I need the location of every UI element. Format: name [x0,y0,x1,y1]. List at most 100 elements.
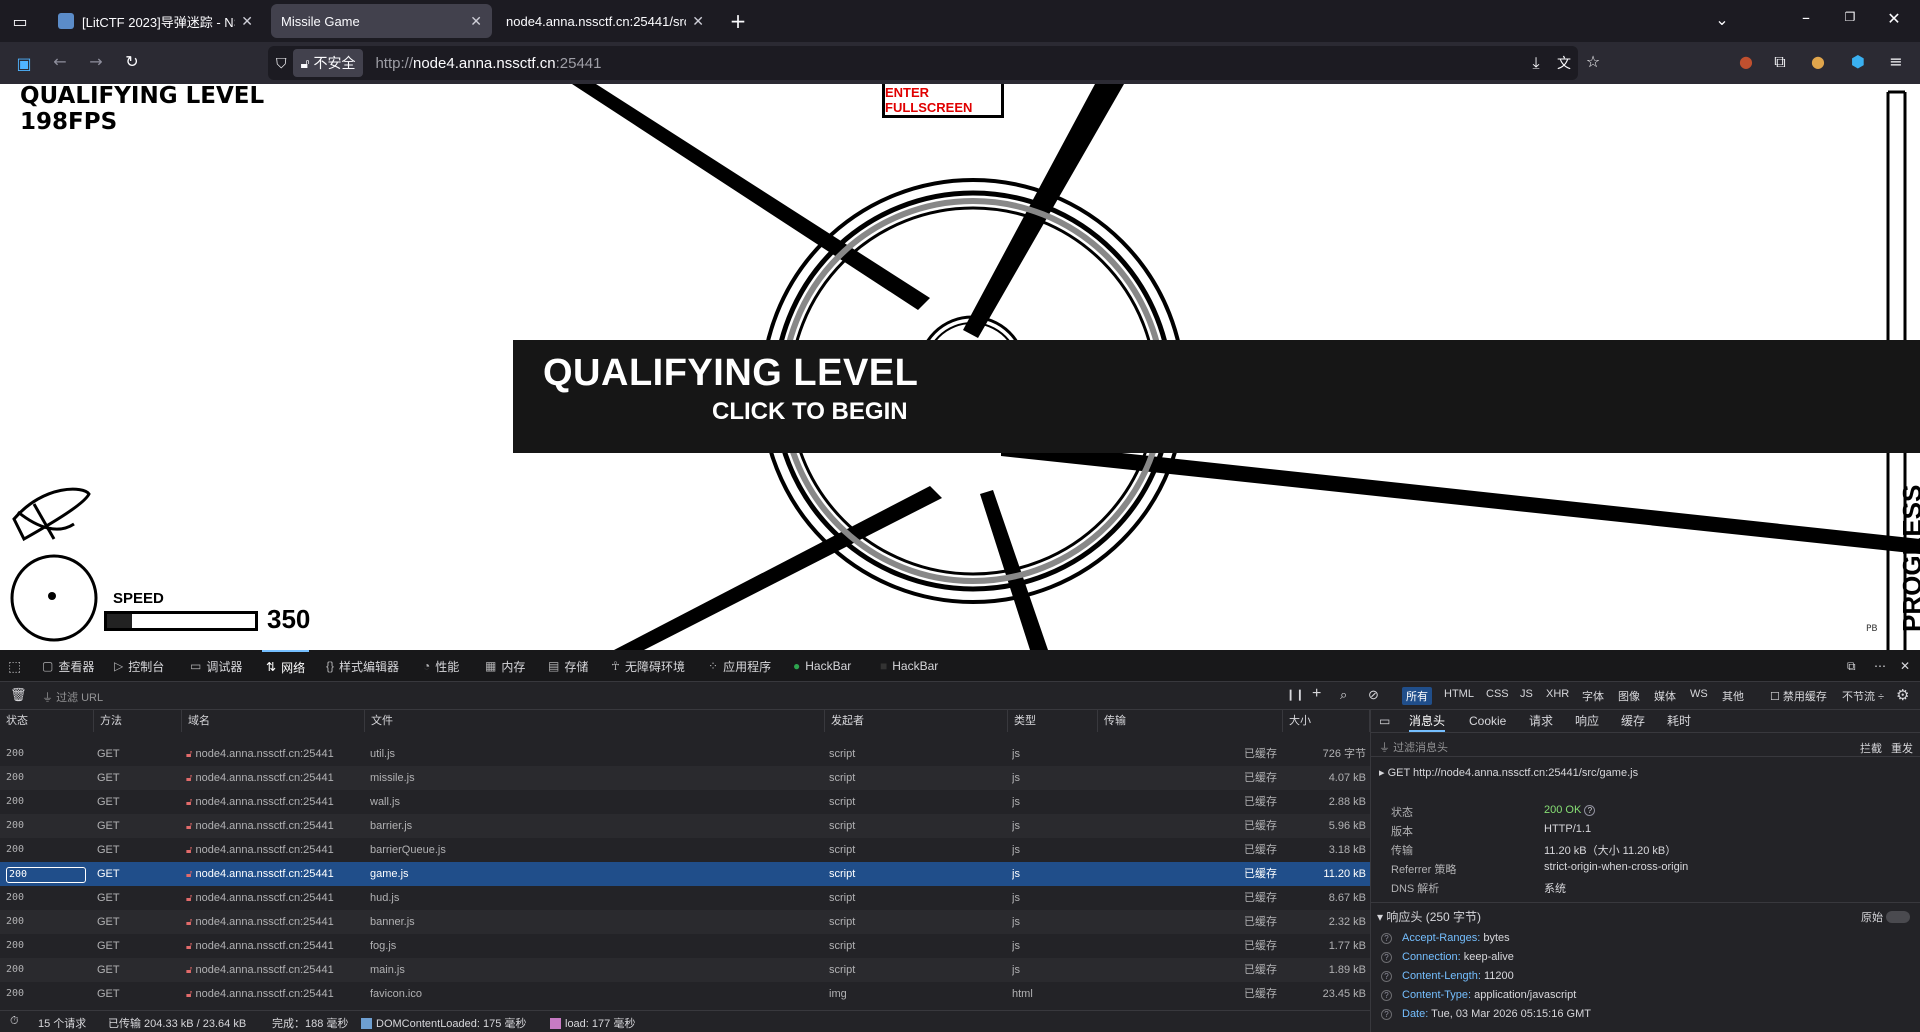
response-headers-toggle[interactable]: ▾ 响应头 (250 字节) [1377,908,1481,925]
tab-missile-game[interactable]: Missile Game ✕ [271,4,492,38]
window-close-icon[interactable]: ✕ [1884,9,1904,28]
tab-performance[interactable]: ◔ 性能 [423,650,459,682]
filter-other[interactable]: 其他 [1718,687,1748,705]
request-line[interactable]: ▸ GET http://node4.anna.nssctf.cn:25441/… [1379,766,1638,779]
table-row[interactable]: 200 GET 🔓︎ node4.anna.nssctf.cn:25441 barrie… [0,814,1370,838]
filter-images[interactable]: 图像 [1614,687,1644,705]
close-tab-icon[interactable]: ✕ [241,13,253,30]
filter-ws[interactable]: WS [1686,687,1712,701]
search-icon[interactable]: ⌕ [1340,687,1347,703]
response-header-row[interactable]: ? Content-Type: application/javascript [1381,989,1576,1001]
tab-hackbar[interactable]: ● HackBar [793,650,851,682]
filter-headers-field[interactable]: ⏚ 过滤消息头 [1379,739,1448,755]
game-viewport[interactable]: QUALIFYING LEVEL 198FPS ENTER FULLSCREEN… [0,84,1920,650]
tab-accessibility[interactable]: ☥ 无障碍环境 [611,650,685,682]
extensions-puzzle-icon[interactable]: ⧉ [1770,52,1790,72]
column-header-type[interactable]: 类型 [1008,710,1098,732]
filter-url-field[interactable]: ⏚ 过滤 URL [42,689,103,705]
bookmark-star-icon[interactable]: ☆ [1583,52,1603,71]
help-icon[interactable]: ? [1381,990,1392,1001]
extension-hat-icon[interactable]: ● [1736,52,1756,71]
tab-style-editor[interactable]: {} 样式编辑器 [326,650,399,682]
filter-fonts[interactable]: 字体 [1578,687,1608,705]
help-icon[interactable]: ? [1381,971,1392,982]
devtools-close-icon[interactable]: ✕ [1900,650,1910,682]
help-icon[interactable]: ? [1381,1009,1392,1020]
response-header-row[interactable]: ? Accept-Ranges: bytes [1381,932,1510,944]
performance-analysis-icon[interactable]: ⏱ [10,1015,19,1028]
url-bar[interactable]: ⛉ 🔓︎ 不安全 http://node4.anna.nssctf.cn:254… [268,46,1578,80]
restore-icon[interactable]: ❐ [1840,10,1860,24]
click-to-begin-button[interactable]: CLICK TO BEGIN [712,398,908,426]
tab-hackbar-2[interactable]: ■ HackBar [880,650,938,682]
clear-trash-icon[interactable]: 🗑︎ [10,687,27,703]
side-tab-response[interactable]: 响应 [1575,710,1599,732]
insecure-badge[interactable]: 🔓︎ 不安全 [292,49,364,77]
table-row[interactable]: 200 GET 🔓︎ node4.anna.nssctf.cn:25441 banner… [0,910,1370,934]
close-tab-icon[interactable]: ✕ [692,13,704,30]
help-icon[interactable]: ? [1381,952,1392,963]
tab-console[interactable]: ▷ 控制台 [114,650,164,682]
response-header-row[interactable]: ? Content-Length: 11200 [1381,970,1514,982]
tab-nssctf[interactable]: [LitCTF 2023]导弹迷踪 - NSSCTF ✕ [48,4,263,38]
tab-storage[interactable]: ▤ 存储 [548,650,588,682]
side-tab-cache[interactable]: 缓存 [1621,710,1645,732]
extension-cookie-icon[interactable]: ● [1808,52,1828,71]
column-header-status[interactable]: 状态 [0,710,94,732]
tab-application[interactable]: ⁘ 应用程序 [708,650,771,682]
enter-fullscreen-button[interactable]: ENTER FULLSCREEN [882,84,1004,118]
block-icon[interactable]: ⊘ [1368,687,1379,703]
close-tab-icon[interactable]: ✕ [470,13,482,30]
disable-cache-checkbox[interactable]: ☐ 禁用缓存 [1766,687,1831,705]
side-tab-request[interactable]: 请求 [1529,710,1553,732]
filter-js[interactable]: JS [1516,687,1537,701]
reload-icon[interactable]: ↻ [122,52,142,71]
new-tab-icon[interactable]: + [728,9,748,33]
filter-all[interactable]: 所有 [1402,687,1432,705]
devtools-menu-icon[interactable]: ⋯ [1874,650,1886,682]
table-row[interactable]: 200 GET 🔓︎ node4.anna.nssctf.cn:25441 barrie… [0,838,1370,862]
column-header-transferred[interactable]: 传输 [1098,710,1283,732]
add-icon[interactable]: + [1312,685,1321,703]
table-row[interactable]: 200 GET 🔓︎ node4.anna.nssctf.cn:25441 fog.js… [0,934,1370,958]
column-header-size[interactable]: 大小 [1283,710,1370,732]
extension-cube-icon[interactable]: ⬢ [1848,52,1868,71]
save-page-icon[interactable]: ⤓ [1526,53,1546,73]
sidebar-toggle-icon[interactable]: ▣ [14,54,34,73]
forward-arrow-icon[interactable]: → [86,52,106,71]
table-row[interactable]: 200 GET 🔓︎ node4.anna.nssctf.cn:25441 wall.j… [0,790,1370,814]
tab-network[interactable]: ⇅ 网络 [262,650,310,682]
throttle-select[interactable]: 不节流 ÷ [1838,687,1888,705]
side-tab-timings[interactable]: 耗时 [1667,710,1691,732]
filter-html[interactable]: HTML [1440,687,1478,701]
raw-switch[interactable] [1886,911,1911,923]
column-header-domain[interactable]: 域名 [182,710,365,732]
pause-icon[interactable]: ❙❙ [1286,688,1304,701]
tab-overview-icon[interactable]: ▭ [10,12,30,31]
tab-memory[interactable]: ▦ 内存 [485,650,525,682]
element-picker-icon[interactable]: ⬚ [8,650,21,682]
url-text[interactable]: http://node4.anna.nssctf.cn:25441 [375,55,601,72]
column-header-initiator[interactable]: 发起者 [825,710,1008,732]
side-tab-headers[interactable]: 消息头 [1409,710,1446,732]
start-banner[interactable]: QUALIFYING LEVEL CLICK TO BEGIN [513,340,1920,453]
response-header-row[interactable]: ? Connection: keep-alive [1381,951,1514,963]
tab-inspector[interactable]: ▢ 查看器 [42,650,94,682]
shield-icon[interactable]: ⛉ [276,55,287,72]
panel-toggle-icon[interactable]: ▭ [1379,710,1390,732]
network-settings-gear-icon[interactable]: ⚙ [1892,685,1913,705]
translate-icon[interactable]: 文 [1554,53,1574,73]
side-tab-cookie[interactable]: Cookie [1469,710,1506,732]
help-icon[interactable]: ? [1584,805,1596,816]
filter-xhr[interactable]: XHR [1542,687,1573,701]
dock-side-icon[interactable]: ⧉ [1847,650,1856,682]
table-row[interactable]: 200 GET 🔓︎ node4.anna.nssctf.cn:25441 missil… [0,766,1370,790]
table-row[interactable]: 200 GET 🔓︎ node4.anna.nssctf.cn:25441 util.j… [0,742,1370,766]
filter-media[interactable]: 媒体 [1650,687,1680,705]
help-icon[interactable]: ? [1381,933,1392,944]
resend-button[interactable]: 重发 [1891,740,1913,756]
table-row[interactable]: 200 GET 🔓︎ node4.anna.nssctf.cn:25441 game.j… [0,862,1370,886]
response-header-row[interactable]: ? Date: Tue, 03 Mar 2026 05:15:16 GMT [1381,1008,1591,1020]
back-arrow-icon[interactable]: ← [50,52,70,71]
app-menu-icon[interactable]: ≡ [1886,52,1906,71]
